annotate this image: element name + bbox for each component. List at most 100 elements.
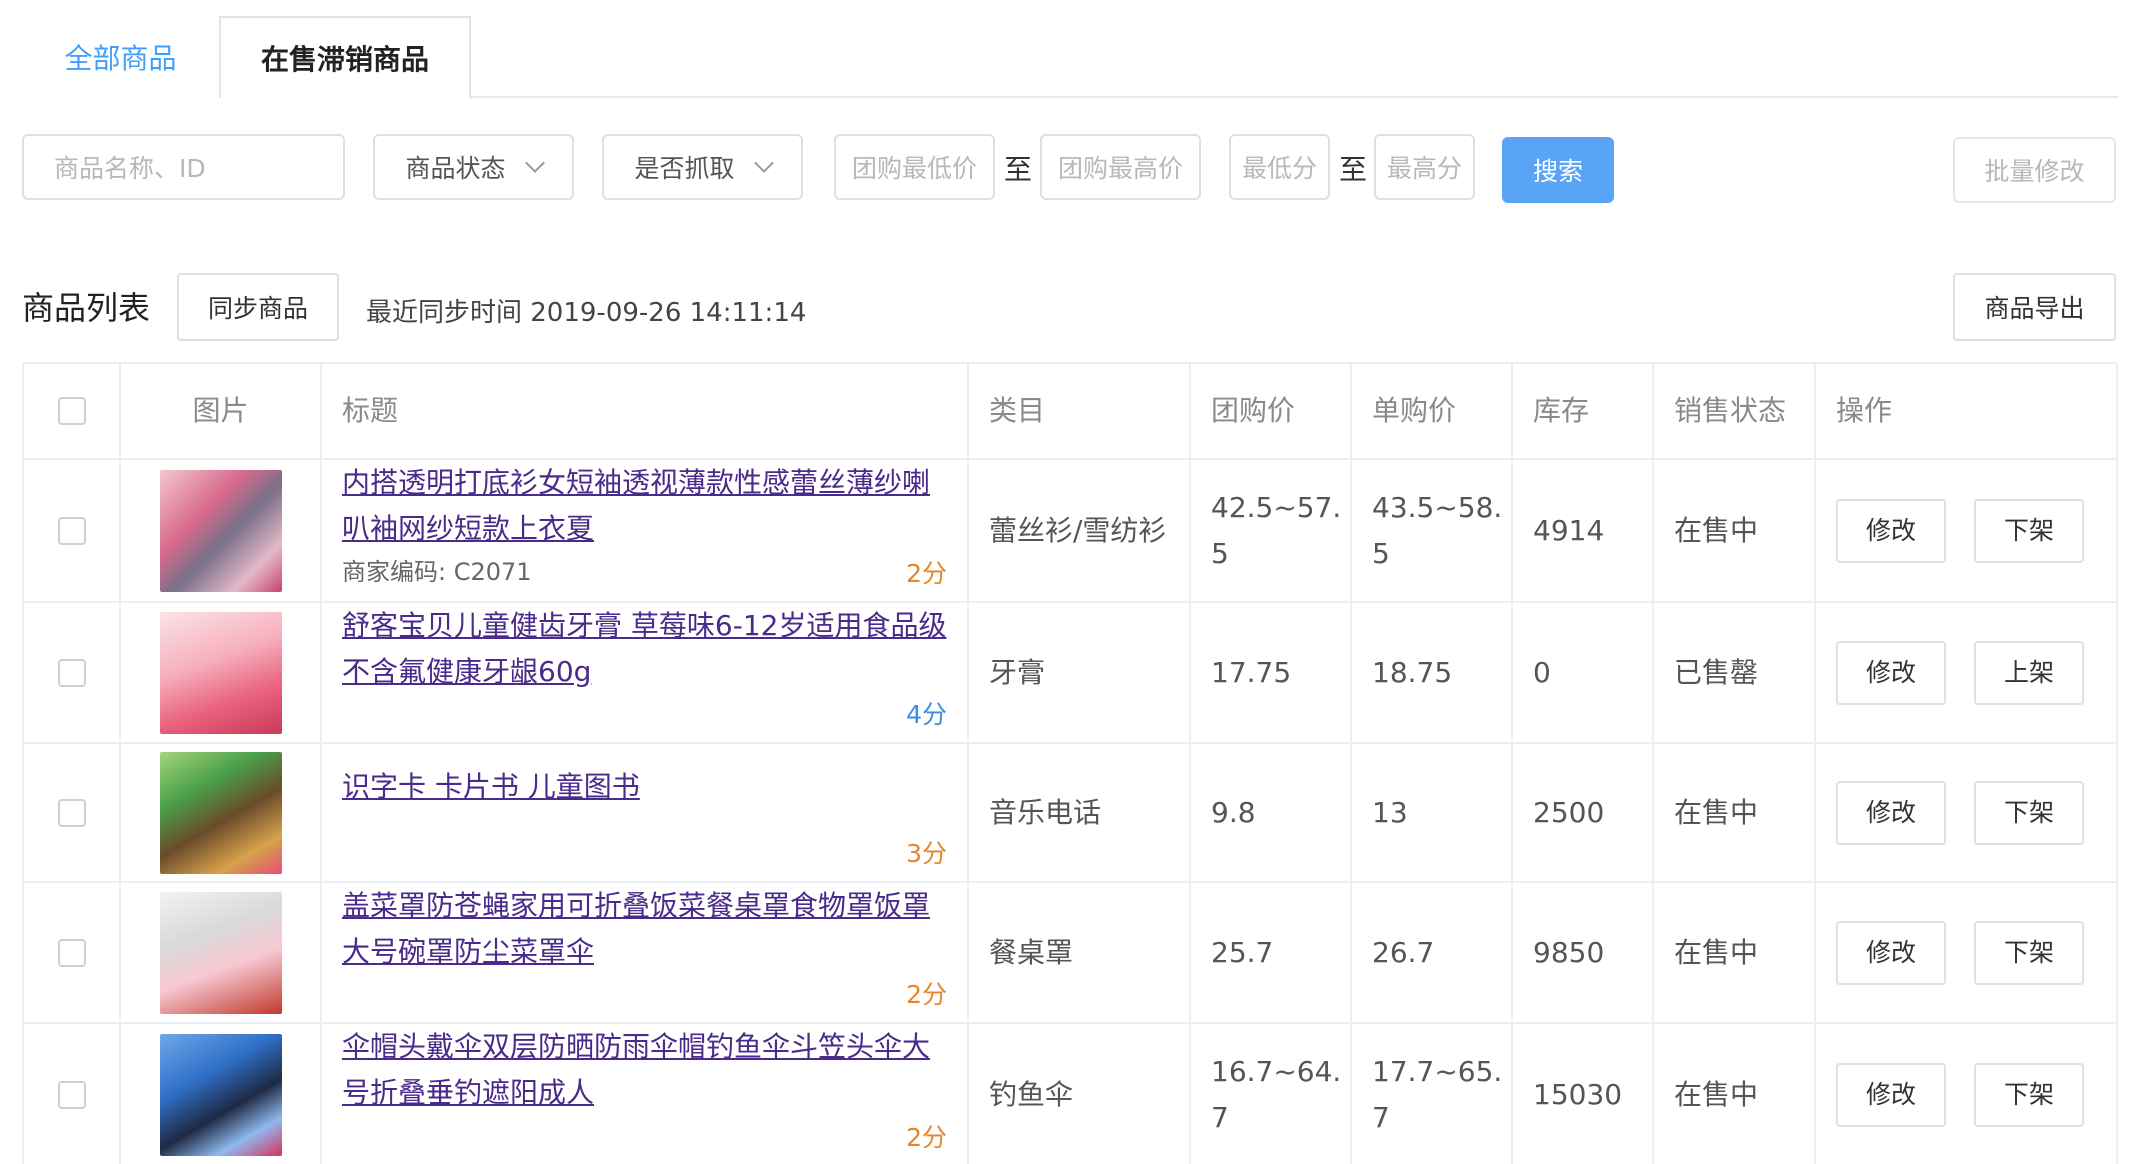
product-list-title: 商品列表	[22, 289, 151, 327]
row-checkbox-cell	[24, 603, 121, 742]
score-min-input[interactable]: 最低分	[1229, 134, 1330, 200]
column-header-actions: 操作	[1836, 394, 1893, 427]
column-header-group-price: 团购价	[1191, 364, 1352, 458]
category-cell: 蕾丝衫/雪纺衫	[969, 460, 1191, 601]
product-title-link[interactable]: 识字卡 卡片书 儿童图书	[342, 764, 952, 810]
row-checkbox[interactable]	[57, 658, 86, 687]
group-price-max-input[interactable]: 团购最高价	[1040, 134, 1201, 200]
sale-status-cell: 已售罄	[1654, 603, 1816, 742]
product-image-cell	[121, 1024, 322, 1164]
column-header-single-price: 单购价	[1352, 364, 1513, 458]
group-price-cell: 17.75	[1191, 603, 1352, 742]
grab-status-select[interactable]: 是否抓取	[602, 134, 803, 200]
actions-cell: 修改 下架	[1816, 744, 2116, 881]
export-products-button[interactable]: 商品导出	[1953, 273, 2116, 341]
product-title-link[interactable]: 盖菜罩防苍蝇家用可折叠饭菜餐桌罩食物罩饭罩大号碗罩防尘菜罩伞	[342, 883, 952, 975]
product-title-link[interactable]: 伞帽头戴伞双层防晒防雨伞帽钓鱼伞斗笠头伞大号折叠垂钓遮阳成人	[342, 1024, 952, 1116]
product-title-cell: 伞帽头戴伞双层防晒防雨伞帽钓鱼伞斗笠头伞大号折叠垂钓遮阳成人 2分	[322, 1024, 969, 1164]
actions-cell: 修改 下架	[1816, 1024, 2116, 1164]
sale-status-cell: 在售中	[1654, 460, 1816, 601]
search-name-input[interactable]: 商品名称、ID	[22, 134, 345, 200]
product-thumbnail[interactable]	[159, 751, 282, 874]
product-image-cell	[121, 883, 322, 1022]
category-cell: 餐桌罩	[969, 883, 1191, 1022]
single-price-cell: 26.7	[1352, 883, 1513, 1022]
stock-cell: 9850	[1513, 883, 1654, 1022]
product-score: 4分	[906, 700, 947, 729]
header-checkbox-cell	[24, 364, 121, 458]
product-title-cell: 内搭透明打底衫女短袖透视薄款性感蕾丝薄纱喇叭袖网纱短款上衣夏 商家编码: C20…	[322, 460, 969, 601]
product-title-link[interactable]: 舒客宝贝儿童健齿牙膏 草莓味6-12岁适用食品级不含氟健康牙龈60g	[342, 603, 952, 695]
delist-button[interactable]: 下架	[1974, 1062, 2084, 1127]
product-title-cell: 舒客宝贝儿童健齿牙膏 草莓味6-12岁适用食品级不含氟健康牙龈60g 4分	[322, 603, 969, 742]
stock-cell: 15030	[1513, 1024, 1654, 1164]
row-checkbox[interactable]	[57, 1080, 86, 1109]
search-button[interactable]: 搜索	[1502, 137, 1614, 203]
product-image-cell	[121, 744, 322, 881]
delist-button[interactable]: 下架	[1974, 920, 2084, 985]
sale-status-cell: 在售中	[1654, 1024, 1816, 1164]
category-cell: 牙膏	[969, 603, 1191, 742]
product-score: 3分	[906, 839, 947, 868]
group-price-cell: 25.7	[1191, 883, 1352, 1022]
edit-button[interactable]: 修改	[1836, 920, 1946, 985]
actions-cell: 修改 上架	[1816, 603, 2116, 742]
range-separator: 至	[1339, 153, 1368, 186]
product-thumbnail[interactable]	[159, 469, 282, 592]
tab-all-products[interactable]: 全部商品	[22, 16, 219, 98]
product-score: 2分	[906, 980, 947, 1009]
group-price-cell: 16.7~64.7	[1191, 1024, 1352, 1164]
row-checkbox-cell	[24, 460, 121, 601]
table-row: 内搭透明打底衫女短袖透视薄款性感蕾丝薄纱喇叭袖网纱短款上衣夏 商家编码: C20…	[24, 460, 2116, 603]
stock-cell: 0	[1513, 603, 1654, 742]
actions-cell: 修改 下架	[1816, 883, 2116, 1022]
product-status-select[interactable]: 商品状态	[373, 134, 574, 200]
edit-button[interactable]: 修改	[1836, 780, 1946, 845]
group-price-cell: 9.8	[1191, 744, 1352, 881]
product-thumbnail[interactable]	[159, 891, 282, 1014]
list-button[interactable]: 上架	[1974, 640, 2084, 705]
batch-edit-button[interactable]: 批量修改	[1953, 137, 2116, 203]
delist-button[interactable]: 下架	[1974, 498, 2084, 563]
row-checkbox[interactable]	[57, 798, 86, 827]
product-thumbnail[interactable]	[159, 611, 282, 734]
single-price-cell: 18.75	[1352, 603, 1513, 742]
edit-button[interactable]: 修改	[1836, 640, 1946, 705]
product-image-cell	[121, 460, 322, 601]
score-max-input[interactable]: 最高分	[1374, 134, 1475, 200]
table-row: 识字卡 卡片书 儿童图书 3分 音乐电话 9.8 13 2500 在售中 修改 …	[24, 744, 2116, 883]
row-checkbox[interactable]	[57, 516, 86, 545]
product-score: 2分	[906, 1123, 947, 1152]
sale-status-cell: 在售中	[1654, 883, 1816, 1022]
last-sync-time: 最近同步时间 2019-09-26 14:11:14	[366, 298, 807, 328]
range-separator: 至	[1004, 153, 1033, 186]
single-price-cell: 13	[1352, 744, 1513, 881]
column-header-stock: 库存	[1513, 364, 1654, 458]
row-checkbox-cell	[24, 883, 121, 1022]
select-all-checkbox[interactable]	[57, 397, 86, 425]
edit-button[interactable]: 修改	[1836, 1062, 1946, 1127]
tab-bar: 全部商品 在售滞销商品	[22, 16, 2118, 98]
column-header-title: 标题	[322, 364, 969, 458]
column-header-image: 图片	[121, 364, 322, 458]
product-thumbnail[interactable]	[159, 1033, 282, 1156]
product-image-cell	[121, 603, 322, 742]
delist-button[interactable]: 下架	[1974, 780, 2084, 845]
edit-button[interactable]: 修改	[1836, 498, 1946, 563]
tab-slow-selling-products[interactable]: 在售滞销商品	[219, 16, 471, 98]
product-status-label: 商品状态	[405, 154, 506, 183]
chevron-down-icon	[753, 153, 774, 173]
sync-products-button[interactable]: 同步商品	[177, 273, 339, 341]
merchant-code: 商家编码: C2071	[342, 558, 532, 586]
category-cell: 钓鱼伞	[969, 1024, 1191, 1164]
category-cell: 音乐电话	[969, 744, 1191, 881]
row-checkbox[interactable]	[57, 938, 86, 967]
actions-cell: 修改 下架	[1816, 460, 2116, 601]
table-row: 伞帽头戴伞双层防晒防雨伞帽钓鱼伞斗笠头伞大号折叠垂钓遮阳成人 2分 钓鱼伞 16…	[24, 1024, 2116, 1164]
product-title-cell: 识字卡 卡片书 儿童图书 3分	[322, 744, 969, 881]
product-title-link[interactable]: 内搭透明打底衫女短袖透视薄款性感蕾丝薄纱喇叭袖网纱短款上衣夏	[342, 460, 952, 552]
table-row: 盖菜罩防苍蝇家用可折叠饭菜餐桌罩食物罩饭罩大号碗罩防尘菜罩伞 2分 餐桌罩 25…	[24, 883, 2116, 1024]
group-price-min-input[interactable]: 团购最低价	[834, 134, 995, 200]
chevron-down-icon	[524, 153, 545, 173]
column-header-sale-status: 销售状态	[1654, 364, 1816, 458]
